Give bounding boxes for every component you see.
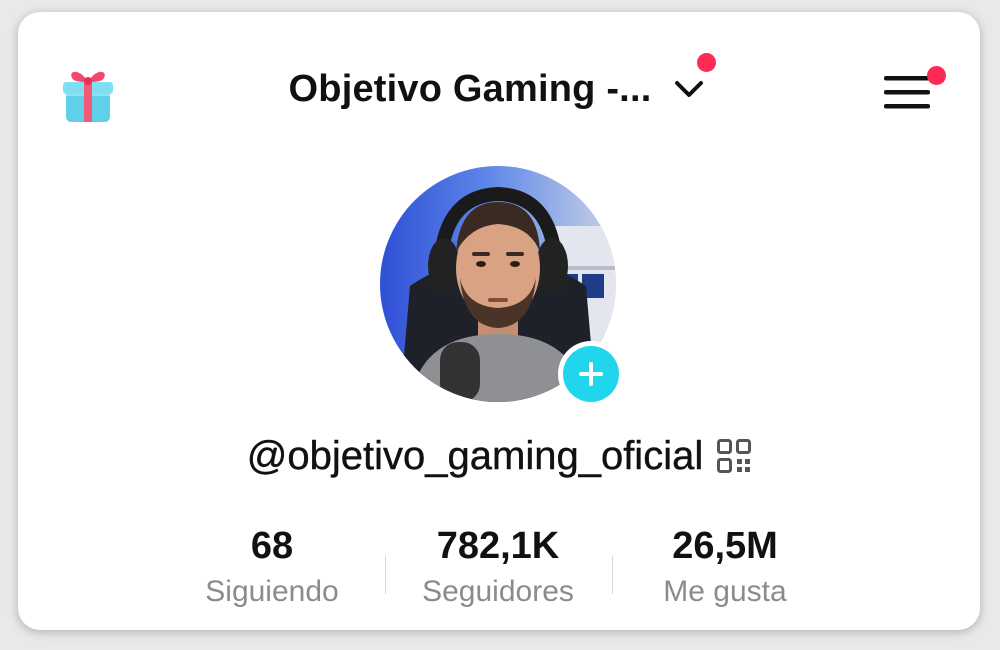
add-follow-button[interactable] [558, 341, 624, 407]
profile-card: Objetivo Gaming -... @objetivo_gaming_of… [18, 12, 980, 630]
divider [612, 556, 613, 594]
account-switcher[interactable]: Objetivo Gaming -... [18, 53, 980, 114]
username-row: @objetivo_gaming_oficial [18, 428, 980, 484]
profile-stats: 68 Siguiendo 782,1K Seguidores 26,5M Me … [18, 524, 980, 614]
stat-followers[interactable]: 782,1K Seguidores [388, 524, 608, 612]
stat-likes[interactable]: 26,5M Me gusta [615, 524, 835, 612]
stat-label: Siguiendo [205, 575, 339, 608]
stat-following[interactable]: 68 Siguiendo [162, 524, 382, 612]
hamburger-menu-icon[interactable] [882, 66, 946, 116]
stat-label: Me gusta [663, 575, 787, 608]
account-title[interactable]: Objetivo Gaming -... [289, 68, 652, 111]
notification-dot [927, 66, 946, 85]
notification-dot [697, 53, 717, 72]
stat-value: 26,5M [672, 525, 778, 567]
stat-value: 782,1K [436, 525, 560, 567]
qr-code-icon[interactable] [717, 439, 752, 473]
avatar-container[interactable] [380, 166, 624, 407]
username: @objetivo_gaming_oficial [246, 433, 704, 478]
divider [385, 556, 386, 594]
stat-label: Seguidores [422, 575, 574, 608]
chevron-down-icon[interactable] [669, 53, 717, 109]
plus-icon [563, 346, 619, 402]
stat-value: 68 [250, 525, 294, 567]
